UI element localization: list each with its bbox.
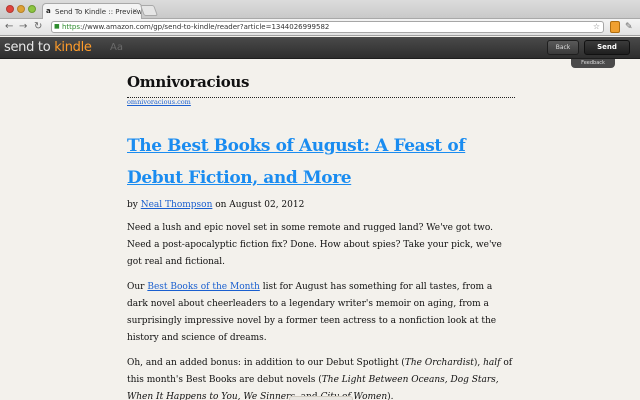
url-text: ://www.amazon.com/gp/send-to-kindle/read… — [80, 23, 330, 31]
logo-accent: kindle — [54, 40, 92, 55]
article-headline[interactable]: The Best Books of August: A Feast of Deb… — [127, 130, 515, 194]
paragraph-3: Oh, and an added bonus: in addition to o… — [127, 355, 515, 400]
browser-toolbar: ← → ↻ ■ https://www.amazon.com/gp/send-t… — [0, 19, 640, 36]
send-to-kindle-logo: send to kindle — [4, 40, 92, 55]
author-link[interactable]: Neal Thompson — [141, 200, 213, 210]
tab-strip: a Send To Kindle :: Preview × — [0, 0, 640, 20]
star-icon[interactable]: ☆ — [593, 22, 600, 32]
feedback-tab[interactable]: Feedback — [571, 59, 615, 68]
p3-d: half — [483, 358, 501, 368]
paragraph-2: Our Best Books of the Month list for Aug… — [127, 279, 515, 347]
logo-main: send to — [4, 40, 55, 55]
forward-arrow-icon[interactable]: → — [19, 21, 27, 33]
reload-icon[interactable]: ↻ — [34, 21, 42, 33]
byline-prefix: by — [127, 200, 141, 210]
p2-prefix: Our — [127, 282, 148, 292]
p3-c: ), — [473, 358, 484, 368]
font-size-toggle[interactable]: Aa — [110, 42, 123, 53]
article: Omnivoracious omnivoracious.com The Best… — [127, 60, 515, 400]
wrench-icon[interactable]: ✎ — [625, 21, 633, 33]
kindle-app-bar: send to kindle Aa Back Send — [0, 37, 640, 59]
browser-tab[interactable]: a Send To Kindle :: Preview × — [42, 3, 142, 20]
best-books-link[interactable]: Best Books of the Month — [147, 282, 259, 292]
tab-title: Send To Kindle :: Preview — [55, 8, 142, 16]
paragraph-1: Need a lush and epic novel set in some r… — [127, 223, 502, 267]
new-tab-button[interactable] — [139, 5, 159, 16]
minimize-icon[interactable] — [17, 5, 25, 13]
extension-icon[interactable] — [610, 21, 620, 33]
bottom-handle[interactable] — [289, 396, 353, 400]
site-name: Omnivoracious — [127, 73, 250, 91]
lock-icon: ■ — [54, 23, 60, 30]
address-bar[interactable]: ■ https://www.amazon.com/gp/send-to-kind… — [51, 21, 604, 33]
p3-b: The Orchardist — [404, 358, 474, 368]
back-arrow-icon[interactable]: ← — [5, 21, 13, 33]
dotted-divider — [127, 97, 515, 98]
send-button[interactable]: Send — [584, 40, 630, 55]
byline-date: on August 02, 2012 — [212, 200, 305, 210]
p3-i: ). — [387, 392, 394, 400]
byline: by Neal Thompson on August 02, 2012 — [127, 198, 515, 212]
site-link[interactable]: omnivoracious.com — [127, 98, 515, 106]
zoom-icon[interactable] — [28, 5, 36, 13]
close-window-icon[interactable] — [6, 5, 14, 13]
p3-a: Oh, and an added bonus: in addition to o… — [127, 358, 405, 368]
url-scheme: https — [62, 23, 81, 31]
tab-close-icon[interactable]: × — [132, 7, 138, 15]
amazon-favicon-icon: a — [46, 7, 51, 15]
back-button[interactable]: Back — [547, 40, 579, 55]
